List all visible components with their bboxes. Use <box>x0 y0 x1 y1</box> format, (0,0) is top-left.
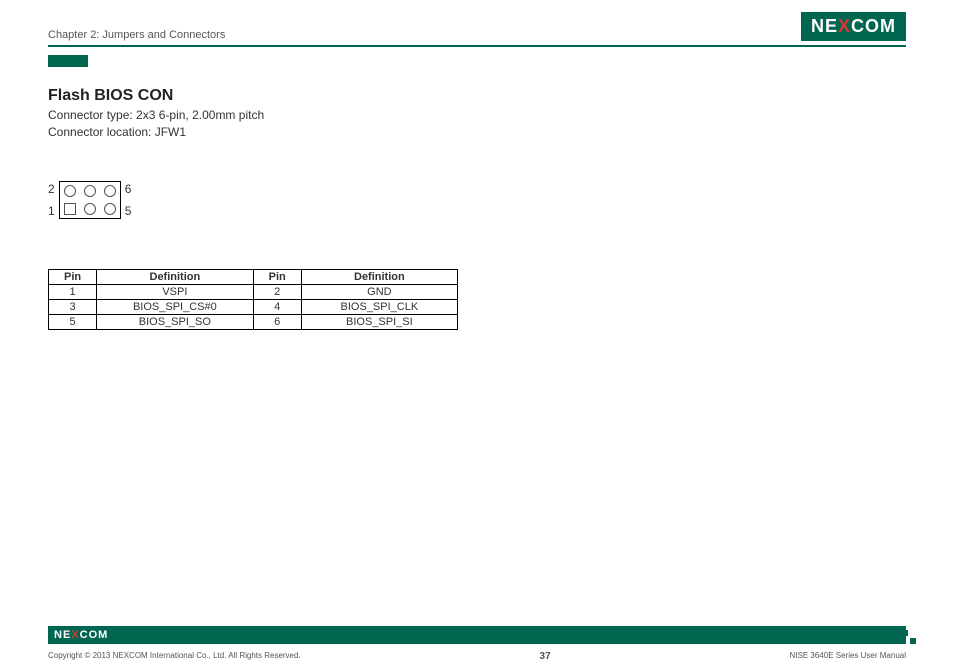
pin-2-icon <box>64 185 76 197</box>
cell-def: BIOS_SPI_SI <box>301 314 457 329</box>
pin-1-icon <box>64 203 76 215</box>
brand-pre: NE <box>811 16 838 37</box>
pin-4-icon <box>84 185 96 197</box>
th-pin-b: Pin <box>253 269 301 284</box>
header-rule <box>48 45 906 47</box>
page-number: 37 <box>540 651 551 662</box>
brand-x: X <box>838 16 851 37</box>
th-pin-a: Pin <box>49 269 97 284</box>
pin-6-icon <box>104 185 116 197</box>
definition-table: Pin Definition Pin Definition 1 VSPI 2 G… <box>48 269 458 330</box>
brand-logo-footer: NEXCOM <box>54 629 108 641</box>
footer-line: Copyright © 2013 NEXCOM International Co… <box>48 651 906 662</box>
table-row: 3 BIOS_SPI_CS#0 4 BIOS_SPI_CLK <box>49 299 458 314</box>
th-def-a: Definition <box>97 269 253 284</box>
pin-label-5: 5 <box>125 204 132 218</box>
cell-def: BIOS_SPI_CLK <box>301 299 457 314</box>
cell-def: BIOS_SPI_SO <box>97 314 253 329</box>
pin-5-icon <box>104 203 116 215</box>
cell-pin: 4 <box>253 299 301 314</box>
cell-def: BIOS_SPI_CS#0 <box>97 299 253 314</box>
table-row: 1 VSPI 2 GND <box>49 284 458 299</box>
table-header-row: Pin Definition Pin Definition <box>49 269 458 284</box>
connector-type: Connector type: 2x3 6-pin, 2.00mm pitch <box>48 107 906 124</box>
brand-post: COM <box>851 16 896 37</box>
cell-pin: 2 <box>253 284 301 299</box>
footer-decoration-icon <box>902 630 916 644</box>
pin-label-2: 2 <box>48 182 55 196</box>
cell-def: VSPI <box>97 284 253 299</box>
section-title: Flash BIOS CON <box>48 87 906 105</box>
accent-block <box>48 55 88 67</box>
manual-name: NISE 3640E Series User Manual <box>790 651 907 662</box>
cell-pin: 1 <box>49 284 97 299</box>
cell-pin: 5 <box>49 314 97 329</box>
cell-def: GND <box>301 284 457 299</box>
connector-location: Connector location: JFW1 <box>48 124 906 141</box>
chapter-title: Chapter 2: Jumpers and Connectors <box>48 29 225 41</box>
table-row: 5 BIOS_SPI_SO 6 BIOS_SPI_SI <box>49 314 458 329</box>
pin-label-1: 1 <box>48 204 55 218</box>
pin-grid <box>59 181 121 219</box>
pin-3-icon <box>84 203 96 215</box>
copyright-text: Copyright © 2013 NEXCOM International Co… <box>48 651 301 662</box>
cell-pin: 6 <box>253 314 301 329</box>
pin-diagram: 2 1 6 5 <box>48 181 906 219</box>
th-def-b: Definition <box>301 269 457 284</box>
pin-label-6: 6 <box>125 182 132 196</box>
footer-bar: NEXCOM <box>48 626 906 644</box>
brand-logo-top: NEXCOM <box>801 12 906 41</box>
cell-pin: 3 <box>49 299 97 314</box>
